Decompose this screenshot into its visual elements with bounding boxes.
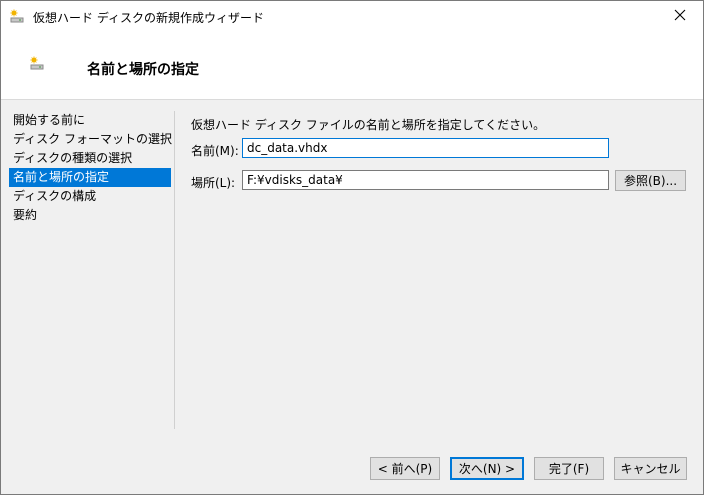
window-title: 仮想ハード ディスクの新規作成ウィザード	[33, 11, 264, 25]
location-input[interactable]	[242, 170, 609, 190]
browse-button[interactable]: 参照(B)...	[615, 170, 686, 191]
close-button[interactable]	[657, 1, 703, 32]
cancel-button[interactable]: キャンセル	[614, 457, 687, 480]
title-bar: 仮想ハード ディスクの新規作成ウィザード	[1, 1, 703, 32]
disk-icon	[29, 56, 45, 72]
nav-divider	[174, 111, 175, 429]
step-choose-disk-format[interactable]: ディスク フォーマットの選択	[9, 130, 172, 149]
back-button[interactable]: < 前へ(P)	[370, 457, 440, 480]
wizard-header: 名前と場所の指定	[1, 32, 703, 100]
wizard-step-list: 開始する前に ディスク フォーマットの選択 ディスクの種類の選択 名前と場所の指…	[9, 111, 172, 225]
next-button[interactable]: 次へ(N) >	[450, 457, 524, 480]
step-configure-disk[interactable]: ディスクの構成	[9, 187, 171, 206]
name-input[interactable]	[242, 138, 609, 158]
name-label: 名前(M):	[191, 144, 239, 158]
step-specify-name-location[interactable]: 名前と場所の指定	[9, 168, 171, 187]
location-label: 場所(L):	[191, 176, 236, 190]
instruction-text: 仮想ハード ディスク ファイルの名前と場所を指定してください。	[191, 118, 546, 132]
step-summary[interactable]: 要約	[9, 206, 171, 225]
wizard-window: 仮想ハード ディスクの新規作成ウィザード 名前と場所の指定 開始する前に ディス…	[0, 0, 704, 495]
step-choose-disk-type[interactable]: ディスクの種類の選択	[9, 149, 171, 168]
disk-icon	[9, 9, 25, 25]
finish-button[interactable]: 完了(F)	[534, 457, 604, 480]
page-title: 名前と場所の指定	[87, 62, 199, 78]
step-before-you-begin[interactable]: 開始する前に	[9, 111, 171, 130]
close-icon	[674, 9, 686, 24]
